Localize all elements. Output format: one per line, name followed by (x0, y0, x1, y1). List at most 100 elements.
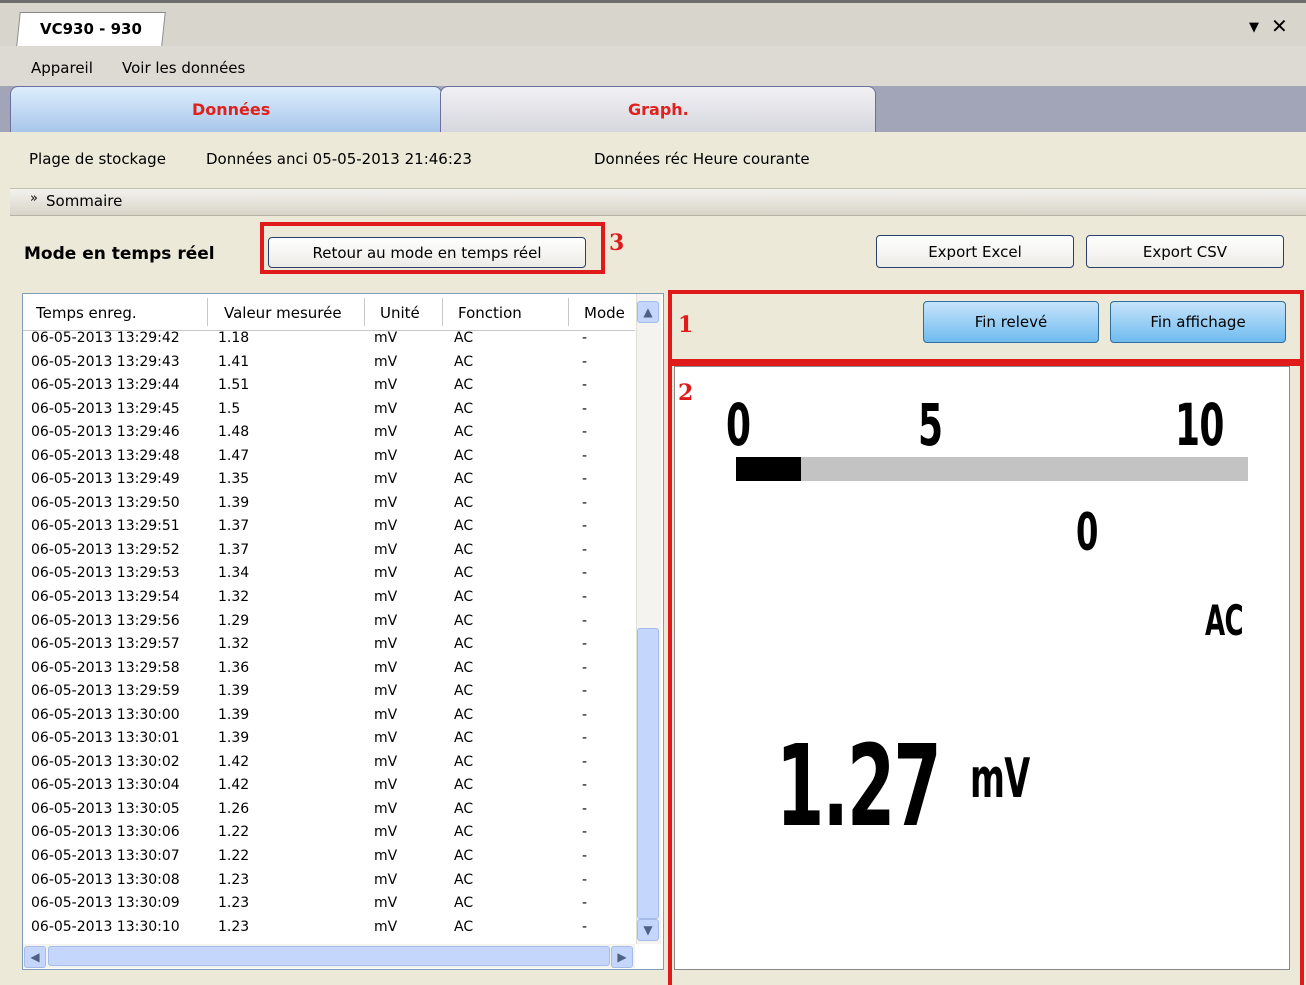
table-row[interactable]: 06-05-2013 13:29:58 1.36 mV AC - (31, 660, 635, 684)
column-header-mode[interactable]: Mode (584, 304, 625, 322)
cell-mode: - (582, 730, 588, 747)
cell-value: 1.23 (218, 918, 250, 935)
table-row[interactable]: 06-05-2013 13:29:49 1.35 mV AC - (31, 471, 635, 495)
annotation-number-3: 3 (609, 230, 625, 256)
table-row[interactable]: 06-05-2013 13:29:46 1.48 mV AC - (31, 424, 635, 448)
cell-function: AC (454, 683, 474, 700)
annotation-number-1: 1 (678, 312, 694, 338)
scroll-right-icon[interactable]: ▶ (611, 946, 633, 968)
menu-item-voir-donnees[interactable]: Voir les données (122, 59, 245, 77)
scroll-up-icon[interactable]: ▲ (637, 301, 659, 323)
table-row[interactable]: 06-05-2013 13:30:02 1.42 mV AC - (31, 754, 635, 778)
table-row[interactable]: 06-05-2013 13:29:57 1.32 mV AC - (31, 636, 635, 660)
cell-value: 1.47 (218, 447, 250, 464)
menu-item-appareil[interactable]: Appareil (31, 59, 93, 77)
summary-bar[interactable] (10, 188, 1306, 216)
export-csv-button[interactable]: Export CSV (1086, 235, 1284, 268)
table-row[interactable]: 06-05-2013 13:29:53 1.34 mV AC - (31, 565, 635, 589)
function-indicator: AC (1205, 596, 1244, 645)
cell-function: AC (454, 353, 474, 370)
cell-time: 06-05-2013 13:29:54 (31, 589, 180, 606)
cell-function: AC (454, 424, 474, 441)
cell-time: 06-05-2013 13:29:56 (31, 612, 180, 629)
table-row[interactable]: 06-05-2013 13:29:51 1.37 mV AC - (31, 518, 635, 542)
scale-label-min: 0 (726, 391, 751, 459)
cell-mode: - (582, 683, 588, 700)
cell-mode: - (582, 871, 588, 888)
close-icon[interactable]: ✕ (1271, 14, 1288, 38)
table-row[interactable]: 06-05-2013 13:30:10 1.23 mV AC - (31, 919, 635, 943)
table-row[interactable]: 06-05-2013 13:30:04 1.42 mV AC - (31, 777, 635, 801)
double-chevron-down-icon[interactable]: » (30, 191, 38, 206)
cell-time: 06-05-2013 13:30:07 (31, 848, 180, 865)
cell-function: AC (454, 541, 474, 558)
table-row[interactable]: 06-05-2013 13:29:42 1.18 mV AC - (31, 330, 635, 354)
table-row[interactable]: 06-05-2013 13:30:00 1.39 mV AC - (31, 707, 635, 731)
cell-value: 1.18 (218, 330, 250, 346)
table-row[interactable]: 06-05-2013 13:30:06 1.22 mV AC - (31, 824, 635, 848)
column-header-unit[interactable]: Unité (380, 304, 420, 322)
table-row[interactable]: 06-05-2013 13:29:54 1.32 mV AC - (31, 589, 635, 613)
cell-unit: mV (374, 871, 398, 888)
table-row[interactable]: 06-05-2013 13:29:56 1.29 mV AC - (31, 613, 635, 637)
table-row[interactable]: 06-05-2013 13:30:05 1.26 mV AC - (31, 801, 635, 825)
cell-value: 1.39 (218, 494, 250, 511)
cell-function: AC (454, 447, 474, 464)
cell-function: AC (454, 400, 474, 417)
horizontal-scroll-thumb[interactable] (48, 946, 610, 966)
tab-graph-label: Graph. (628, 100, 689, 119)
table-row[interactable]: 06-05-2013 13:29:50 1.39 mV AC - (31, 495, 635, 519)
cell-function: AC (454, 612, 474, 629)
column-header-time[interactable]: Temps enreg. (36, 304, 137, 322)
table-row[interactable]: 06-05-2013 13:29:59 1.39 mV AC - (31, 683, 635, 707)
table-row[interactable]: 06-05-2013 13:29:43 1.41 mV AC - (31, 354, 635, 378)
table-row[interactable]: 06-05-2013 13:29:48 1.47 mV AC - (31, 448, 635, 472)
cell-unit: mV (374, 400, 398, 417)
table-row[interactable]: 06-05-2013 13:29:45 1.5 mV AC - (31, 401, 635, 425)
cell-mode: - (582, 848, 588, 865)
table-row[interactable]: 06-05-2013 13:30:07 1.22 mV AC - (31, 848, 635, 872)
table-row[interactable]: 06-05-2013 13:30:08 1.23 mV AC - (31, 872, 635, 896)
cell-value: 1.51 (218, 377, 250, 394)
cell-function: AC (454, 706, 474, 723)
cell-mode: - (582, 330, 588, 346)
cell-value: 1.5 (218, 400, 241, 417)
cell-value: 1.22 (218, 824, 250, 841)
cell-mode: - (582, 494, 588, 511)
table-row[interactable]: 06-05-2013 13:30:09 1.23 mV AC - (31, 895, 635, 919)
export-excel-button[interactable]: Export Excel (876, 235, 1074, 268)
cell-unit: mV (374, 636, 398, 653)
table-row[interactable]: 06-05-2013 13:29:44 1.51 mV AC - (31, 377, 635, 401)
cell-value: 1.39 (218, 683, 250, 700)
scale-label-mid: 5 (918, 391, 943, 459)
cell-function: AC (454, 895, 474, 912)
table-row[interactable]: 06-05-2013 13:30:01 1.39 mV AC - (31, 730, 635, 754)
vertical-scroll-thumb[interactable] (637, 628, 659, 919)
scale-label-max: 10 (1175, 391, 1224, 459)
annotation-number-2: 2 (678, 380, 694, 406)
column-separator[interactable] (442, 298, 443, 326)
cell-function: AC (454, 848, 474, 865)
cell-function: AC (454, 494, 474, 511)
cell-mode: - (582, 753, 588, 770)
cell-function: AC (454, 824, 474, 841)
cell-time: 06-05-2013 13:30:08 (31, 871, 180, 888)
cell-value: 1.41 (218, 353, 250, 370)
cell-value: 1.29 (218, 612, 250, 629)
cell-function: AC (454, 518, 474, 535)
cell-value: 1.48 (218, 424, 250, 441)
cell-unit: mV (374, 777, 398, 794)
column-header-function[interactable]: Fonction (458, 304, 522, 322)
analog-bar-fill (736, 457, 802, 481)
column-separator[interactable] (207, 298, 208, 326)
cell-mode: - (582, 377, 588, 394)
column-separator[interactable] (568, 298, 569, 326)
scroll-left-icon[interactable]: ◀ (24, 946, 46, 968)
dropdown-arrow-icon[interactable]: ▼ (1249, 20, 1259, 35)
column-header-value[interactable]: Valeur mesurée (224, 304, 342, 322)
table-body: 06-05-2013 13:29:42 1.18 mV AC -06-05-2013 1… (31, 330, 635, 942)
scroll-down-icon[interactable]: ▼ (637, 919, 659, 941)
table-row[interactable]: 06-05-2013 13:29:52 1.37 mV AC - (31, 542, 635, 566)
cell-time: 06-05-2013 13:29:45 (31, 400, 180, 417)
column-separator[interactable] (364, 298, 365, 326)
